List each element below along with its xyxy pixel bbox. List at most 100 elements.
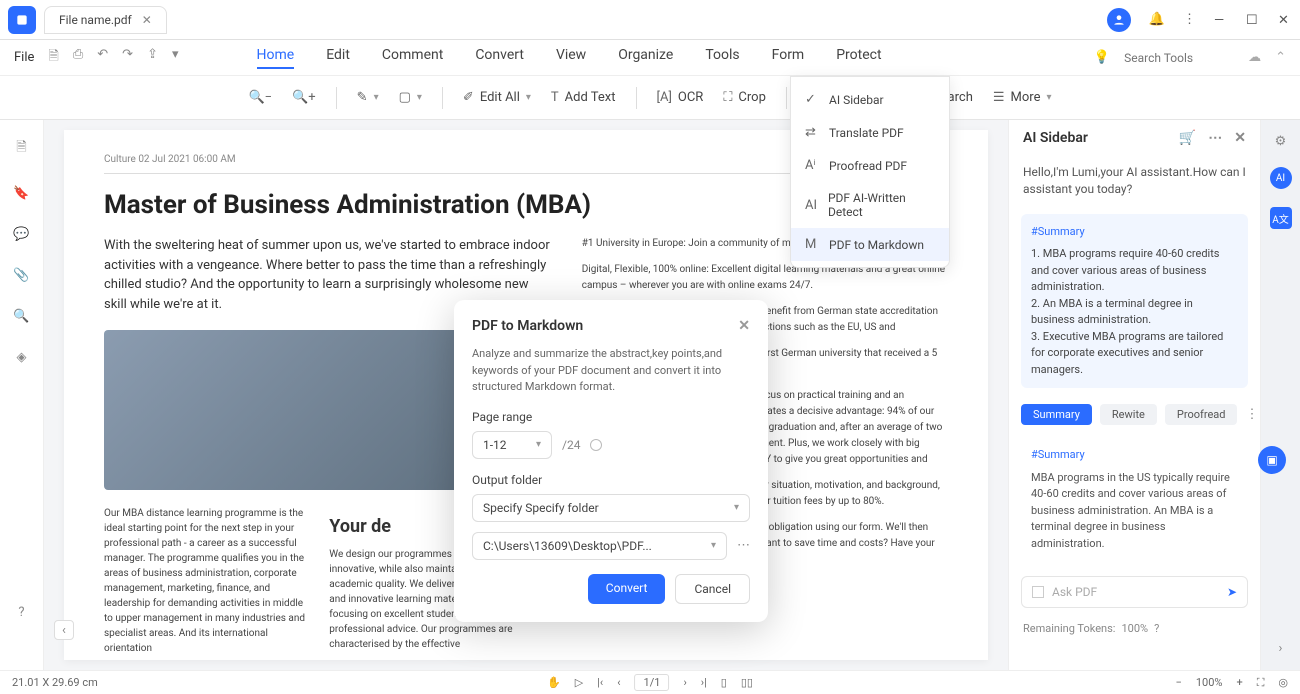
bookmark-icon[interactable]: 🔖 — [13, 186, 29, 201]
tokens-help-icon[interactable]: ? — [1154, 622, 1159, 635]
zoom-out-status-icon[interactable]: − — [1176, 676, 1182, 689]
summary-item-1: 1. MBA programs require 40-60 credits an… — [1031, 246, 1238, 296]
add-text-button[interactable]: TAdd Text — [551, 90, 616, 105]
cart-icon[interactable]: 🛒 — [1179, 130, 1196, 146]
last-page-icon[interactable]: ›| — [701, 676, 707, 689]
tab-comment[interactable]: Comment — [382, 47, 443, 69]
ask-pdf-input[interactable]: Ask PDF ➤ — [1021, 576, 1248, 608]
share-icon[interactable]: ⇪ — [147, 47, 158, 69]
tab-home[interactable]: Home — [257, 47, 295, 69]
output-folder-label: Output folder — [472, 473, 750, 487]
bulb-icon[interactable]: 💡 — [1094, 50, 1110, 65]
page-icon[interactable]: 🗎 — [16, 138, 26, 160]
tab-edit[interactable]: Edit — [326, 47, 350, 69]
close-window-icon[interactable]: ✕ — [1278, 13, 1292, 27]
zoom-level[interactable]: 100% — [1196, 676, 1223, 689]
file-menu[interactable]: File — [14, 50, 34, 65]
print-icon[interactable]: ⎙ — [73, 47, 83, 69]
single-page-icon[interactable]: ▯ — [721, 676, 727, 689]
zoom-in-button[interactable]: 🔍+ — [292, 90, 316, 105]
user-avatar[interactable] — [1107, 8, 1131, 32]
highlight-tool[interactable]: ✎▾ — [357, 90, 379, 105]
help-icon[interactable]: ? — [18, 605, 24, 620]
settings-icon[interactable]: ⚙ — [1275, 134, 1287, 149]
dd-proofread-pdf[interactable]: AⁱProofread PDF — [791, 149, 949, 182]
dd-pdf-to-markdown[interactable]: MPDF to Markdown — [791, 228, 949, 261]
fit-icon[interactable]: ◎ — [1278, 676, 1288, 689]
edit-all-button[interactable]: ✐Edit All▾ — [463, 90, 531, 105]
tab-protect[interactable]: Protect — [836, 47, 881, 69]
tab-organize[interactable]: Organize — [618, 47, 673, 69]
markdown-icon: M — [805, 237, 819, 252]
collapse-ribbon-icon[interactable]: ⌃ — [1275, 50, 1286, 65]
summary2-title: #Summary — [1031, 447, 1238, 464]
next-page-icon[interactable]: › — [683, 676, 686, 689]
check-icon: ✓ — [805, 92, 819, 107]
tab-convert[interactable]: Convert — [475, 47, 524, 69]
comment-panel-icon[interactable]: 💬 — [13, 227, 29, 242]
save-icon[interactable]: 🗎 — [48, 47, 58, 69]
cloud-icon[interactable]: ☁ — [1248, 50, 1261, 65]
sidebar-title: AI Sidebar — [1023, 130, 1088, 146]
more-button[interactable]: ☰More▾ — [993, 90, 1052, 105]
pill-proofread[interactable]: Proofread — [1165, 404, 1238, 425]
search-tools-input[interactable] — [1124, 51, 1234, 65]
undo-icon[interactable]: ↶ — [97, 47, 108, 69]
ai-rail-icon[interactable]: AI — [1270, 167, 1292, 189]
pill-rewrite[interactable]: Rewite — [1100, 404, 1157, 425]
pills-more-icon[interactable]: ⋮ — [1245, 407, 1258, 422]
tab-form[interactable]: Form — [772, 47, 805, 69]
float-action-button[interactable]: ▣ — [1258, 446, 1286, 474]
tab-tools[interactable]: Tools — [705, 47, 739, 69]
document-tab[interactable]: File name.pdf ✕ — [44, 6, 167, 34]
convert-button[interactable]: Convert — [588, 574, 666, 604]
sidebar-more-icon[interactable]: ⋯ — [1208, 130, 1222, 146]
output-path-field[interactable]: C:\Users\13609\Desktop\PDF...▾ — [472, 532, 727, 560]
maximize-icon[interactable]: ☐ — [1246, 13, 1260, 27]
pages-total: /24 — [562, 438, 580, 452]
redo-icon[interactable]: ↷ — [122, 47, 133, 69]
dialog-close-icon[interactable]: ✕ — [738, 318, 750, 334]
prev-page-icon[interactable]: ‹ — [617, 676, 620, 689]
dd-ai-sidebar[interactable]: ✓AI Sidebar — [791, 83, 949, 116]
browse-icon[interactable]: ⋯ — [737, 538, 750, 553]
next-chevron-icon[interactable]: › — [1279, 641, 1283, 656]
cancel-button[interactable]: Cancel — [675, 574, 750, 604]
left-rail: 🗎 🔖 💬 📎 🔍 ◈ ? — [0, 120, 44, 670]
send-icon[interactable]: ➤ — [1227, 585, 1237, 599]
minimize-icon[interactable]: — — [1214, 13, 1228, 27]
dd-translate-pdf[interactable]: ⇄Translate PDF — [791, 116, 949, 149]
pill-summary[interactable]: Summary — [1021, 404, 1092, 425]
translate-rail-icon[interactable]: A文 — [1270, 207, 1292, 229]
first-page-icon[interactable]: |‹ — [597, 676, 603, 689]
layers-icon[interactable]: ◈ — [17, 350, 27, 365]
close-tab-icon[interactable]: ✕ — [142, 13, 152, 27]
shape-tool[interactable]: ▢▾ — [399, 90, 422, 105]
select-tool-icon[interactable]: ▷ — [575, 676, 583, 689]
output-folder-select[interactable]: Specify Specify folder▾ — [472, 494, 750, 522]
dropdown-caret-icon[interactable]: ▾ — [172, 47, 179, 69]
attachment-icon[interactable]: 📎 — [13, 268, 29, 283]
crop-button[interactable]: ⛶Crop — [723, 90, 766, 105]
dd-ai-written-detect[interactable]: AIPDF AI-Written Detect — [791, 182, 949, 228]
kebab-menu-icon[interactable]: ⋮ — [1183, 12, 1196, 27]
bell-icon[interactable]: 🔔 — [1149, 12, 1165, 27]
page-dimensions: 21.01 X 29.69 cm — [12, 676, 98, 689]
zoom-in-status-icon[interactable]: + — [1236, 676, 1242, 689]
checkbox-icon[interactable] — [1032, 586, 1044, 598]
page-range-select[interactable]: 1-12▾ — [472, 431, 552, 459]
continuous-page-icon[interactable]: ▯▯ — [741, 676, 753, 689]
ask-placeholder: Ask PDF — [1052, 585, 1097, 599]
ocr-button[interactable]: [A]OCR — [657, 90, 704, 105]
prev-chevron-icon[interactable]: ‹ — [54, 620, 74, 640]
zoom-out-button[interactable]: 🔍− — [248, 90, 272, 105]
tokens-label: Remaining Tokens: — [1023, 622, 1115, 635]
tab-view[interactable]: View — [556, 47, 586, 69]
proofread-icon: Aⁱ — [805, 158, 819, 173]
sidebar-close-icon[interactable]: ✕ — [1234, 130, 1246, 146]
hand-tool-icon[interactable]: ✋ — [547, 676, 561, 689]
page-range-radio[interactable] — [590, 439, 602, 451]
fullscreen-icon[interactable]: ⛶ — [1257, 676, 1265, 690]
page-indicator[interactable]: 1/1 — [635, 674, 670, 691]
search-panel-icon[interactable]: 🔍 — [13, 309, 29, 324]
